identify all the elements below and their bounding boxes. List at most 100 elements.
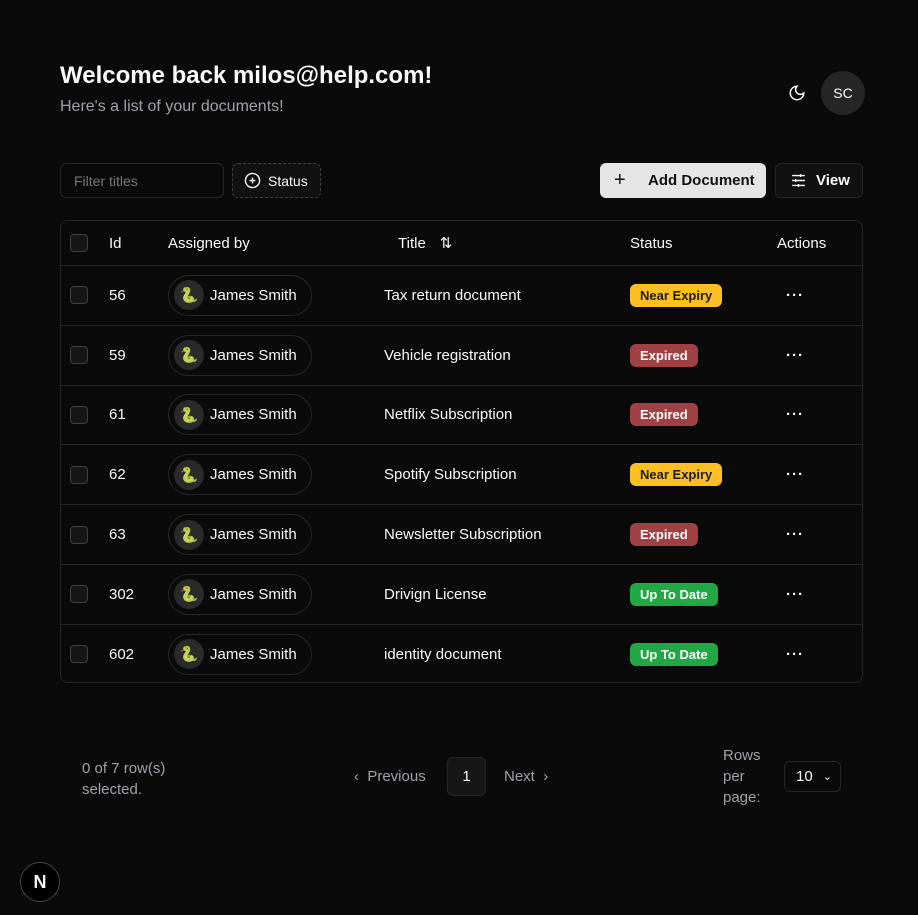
add-document-label: Add Document [648,172,755,189]
column-title[interactable]: Title ⇅ [384,234,630,253]
rows-per-page-value: 10 [796,768,813,785]
snake-avatar-icon: 🐍 [174,340,204,371]
assignee-chip: 🐍 James Smith [168,514,312,556]
selection-count: 0 of 7 row(s) selected. [82,760,166,798]
next-label: Next [504,768,535,785]
row-title: Newsletter Subscription [384,526,542,544]
column-status: Status [630,234,673,252]
row-title: Drivign License [384,585,487,603]
assignee-name: James Smith [210,645,297,663]
previous-page-button[interactable]: ‹ Previous [354,768,426,785]
row-actions-menu-icon[interactable]: ··· [777,406,857,423]
snake-avatar-icon: 🐍 [174,639,204,670]
status-badge: Up To Date [630,582,718,606]
page-title: Welcome back milos@help.com! [60,62,433,89]
column-title-label: Title [398,234,426,252]
assignee-chip: 🐍 James Smith [168,394,312,436]
view-options-button[interactable]: View [775,163,863,198]
row-actions-menu-icon[interactable]: ··· [777,347,857,364]
sort-arrows-icon[interactable]: ⇅ [440,234,453,252]
row-actions-menu-icon[interactable]: ··· [777,586,857,603]
page-1-button[interactable]: 1 [447,757,486,796]
table-header: Id Assigned by Title ⇅ Status Actions [61,221,862,265]
row-actions-menu-icon[interactable]: ··· [777,287,857,304]
status-badge: Expired [630,403,698,427]
row-actions-menu-icon[interactable]: ··· [777,646,857,663]
plus-icon: + [614,169,626,191]
add-document-button[interactable]: + Add Document [600,163,766,198]
status-badge: Expired [630,343,698,367]
row-title: identity document [384,645,502,663]
snake-avatar-icon: 🐍 [174,579,204,610]
row-checkbox[interactable] [70,286,88,305]
status-badge: Up To Date [630,642,718,666]
table-row: 56 🐍 James Smith Tax return document Near… [61,265,862,325]
row-title: Tax return document [384,286,521,304]
status-badge: Expired [630,523,698,547]
table-row: 302 🐍 James Smith Drivign License Up To D… [61,563,862,624]
assignee-chip: 🐍 James Smith [168,274,312,316]
table-row: 62 🐍 James Smith Spotify Subscription Nea… [61,444,862,504]
row-actions-menu-icon[interactable]: ··· [777,466,857,483]
row-title: Spotify Subscription [384,466,517,484]
assignee-name: James Smith [210,286,297,304]
assignee-chip: 🐍 James Smith [168,573,312,615]
row-id: 61 [109,406,126,424]
documents-table: Id Assigned by Title ⇅ Status Actions 56 … [60,220,863,683]
table-row: 59 🐍 James Smith Vehicle registration Exp… [61,324,862,385]
column-actions: Actions [777,234,827,252]
rows-per-page-select[interactable]: 10 ⌄ [784,761,841,792]
nextjs-logo[interactable]: N [20,862,60,902]
table-row: 602 🐍 James Smith identity document Up To… [61,623,862,682]
row-checkbox[interactable] [70,405,88,424]
row-id: 63 [109,526,126,544]
row-id: 59 [109,346,126,364]
row-title: Vehicle registration [384,346,511,364]
row-checkbox[interactable] [70,346,88,365]
row-id: 62 [109,466,126,484]
snake-avatar-icon: 🐍 [174,280,204,311]
user-avatar[interactable]: SC [821,71,865,115]
assignee-name: James Smith [210,585,297,603]
table-row: 63 🐍 James Smith Newsletter Subscription … [61,504,862,564]
assignee-chip: 🐍 James Smith [168,633,312,675]
status-filter-label: Status [268,172,308,189]
row-id: 602 [109,645,135,663]
plus-circle-icon [244,172,261,189]
rows-per-page-label: Rows per page: [723,747,761,806]
assignee-name: James Smith [210,526,297,544]
filter-titles-input[interactable] [60,163,224,198]
chevron-right-icon: › [543,768,549,785]
snake-avatar-icon: 🐍 [174,519,204,550]
view-label: View [816,172,850,189]
previous-label: Previous [367,768,426,785]
row-id: 302 [109,585,135,603]
assignee-chip: 🐍 James Smith [168,334,312,376]
row-checkbox[interactable] [70,585,88,604]
page-subtitle: Here's a list of your documents! [60,98,284,115]
status-filter-button[interactable]: Status [232,163,321,198]
sliders-icon [792,174,805,187]
column-assigned-by: Assigned by [168,234,250,252]
row-actions-menu-icon[interactable]: ··· [777,526,857,543]
assignee-name: James Smith [210,346,297,364]
chevron-down-icon: ⌄ [822,771,832,783]
assignee-name: James Smith [210,466,297,484]
next-page-button[interactable]: Next › [504,768,548,785]
status-badge: Near Expiry [630,463,723,487]
row-checkbox[interactable] [70,465,88,484]
row-checkbox[interactable] [70,525,88,544]
chevron-left-icon: ‹ [354,768,359,785]
column-id: Id [109,234,122,252]
row-title: Netflix Subscription [384,406,513,424]
row-checkbox[interactable] [70,645,88,664]
row-id: 56 [109,286,126,304]
select-all-checkbox[interactable] [70,234,88,252]
table-row: 61 🐍 James Smith Netflix Subscription Exp… [61,384,862,445]
assignee-name: James Smith [210,406,297,424]
snake-avatar-icon: 🐍 [174,459,204,490]
assignee-chip: 🐍 James Smith [168,454,312,496]
moon-icon[interactable] [788,84,806,102]
snake-avatar-icon: 🐍 [174,399,204,430]
status-badge: Near Expiry [630,283,723,307]
